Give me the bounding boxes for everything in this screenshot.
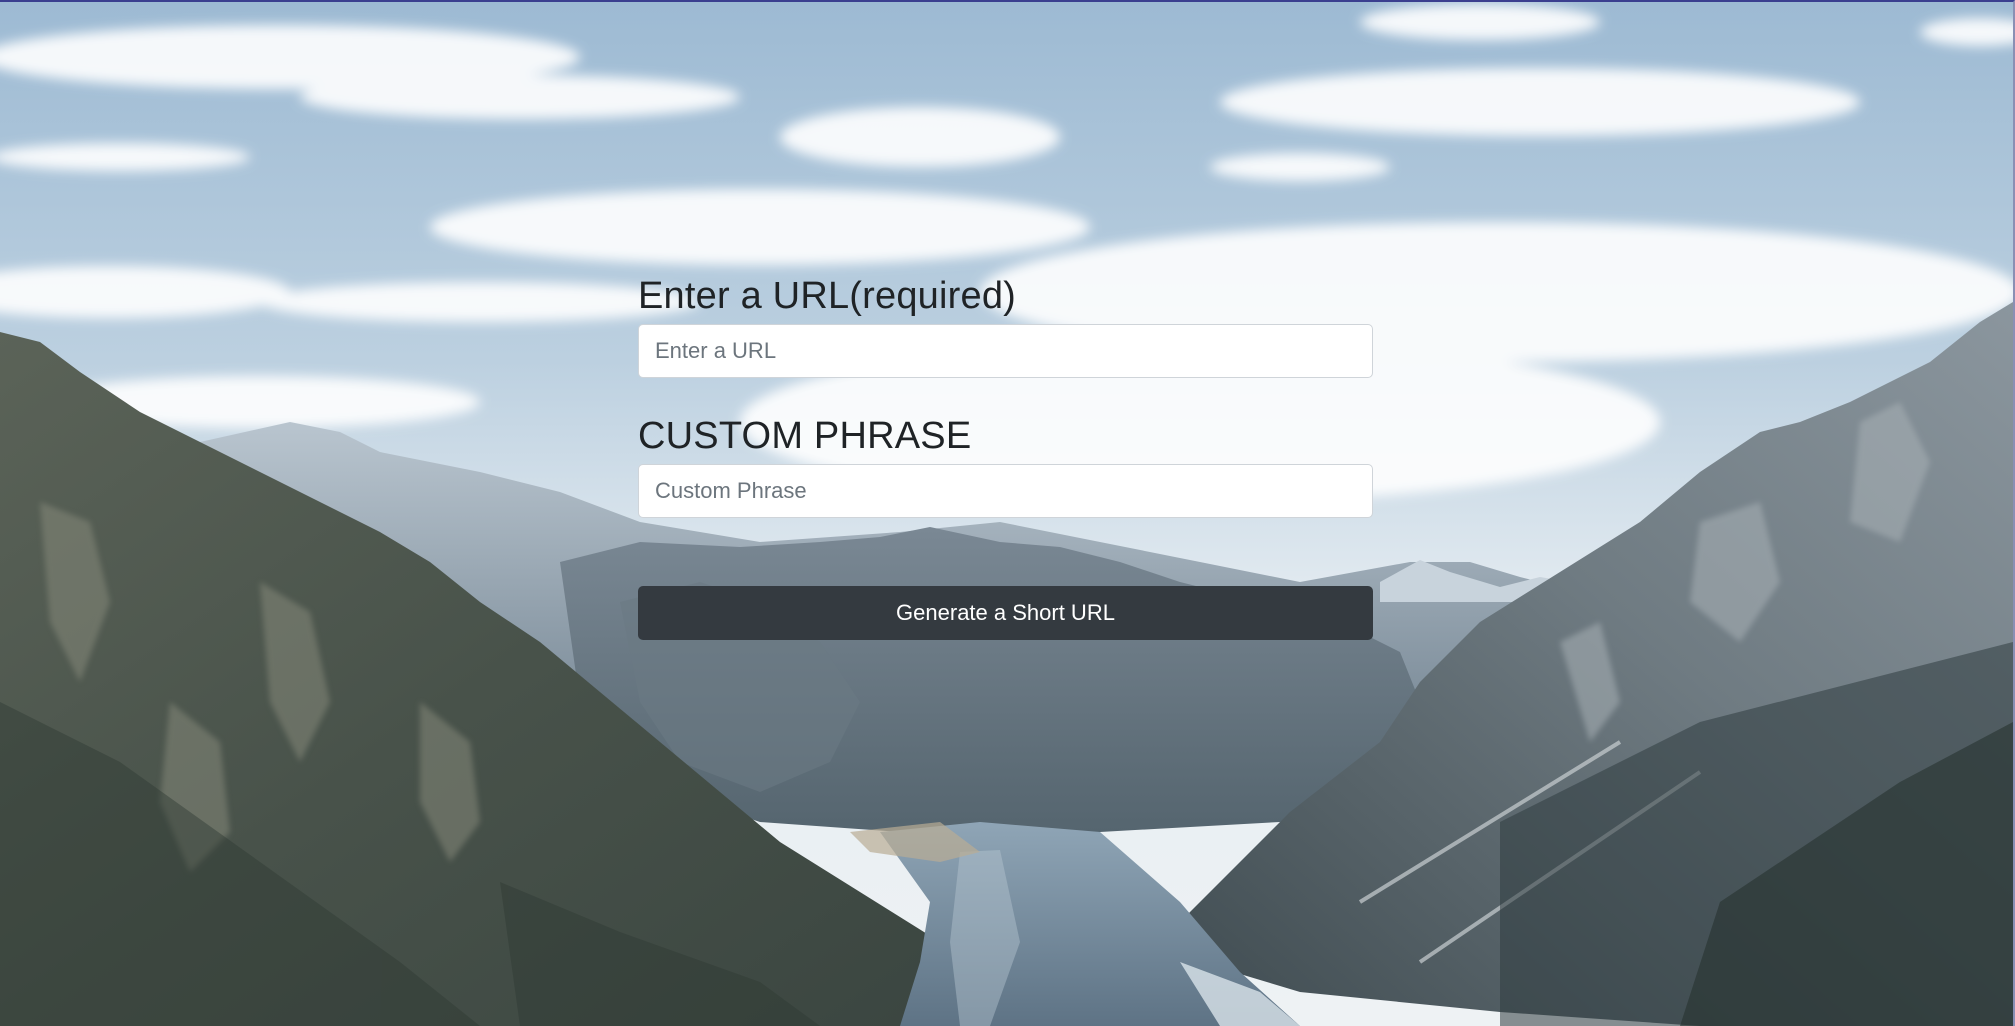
- generate-short-url-button[interactable]: Generate a Short URL: [638, 586, 1373, 640]
- url-label: Enter a URL(required): [638, 275, 1017, 317]
- custom-phrase-label: CUSTOM PHRASE: [638, 415, 972, 457]
- url-input[interactable]: [638, 324, 1373, 378]
- custom-phrase-input[interactable]: [638, 464, 1373, 518]
- shorten-url-form: Enter a URL(required) CUSTOM PHRASE Gene…: [638, 272, 1373, 640]
- page-frame: Enter a URL(required) CUSTOM PHRASE Gene…: [0, 0, 2015, 1026]
